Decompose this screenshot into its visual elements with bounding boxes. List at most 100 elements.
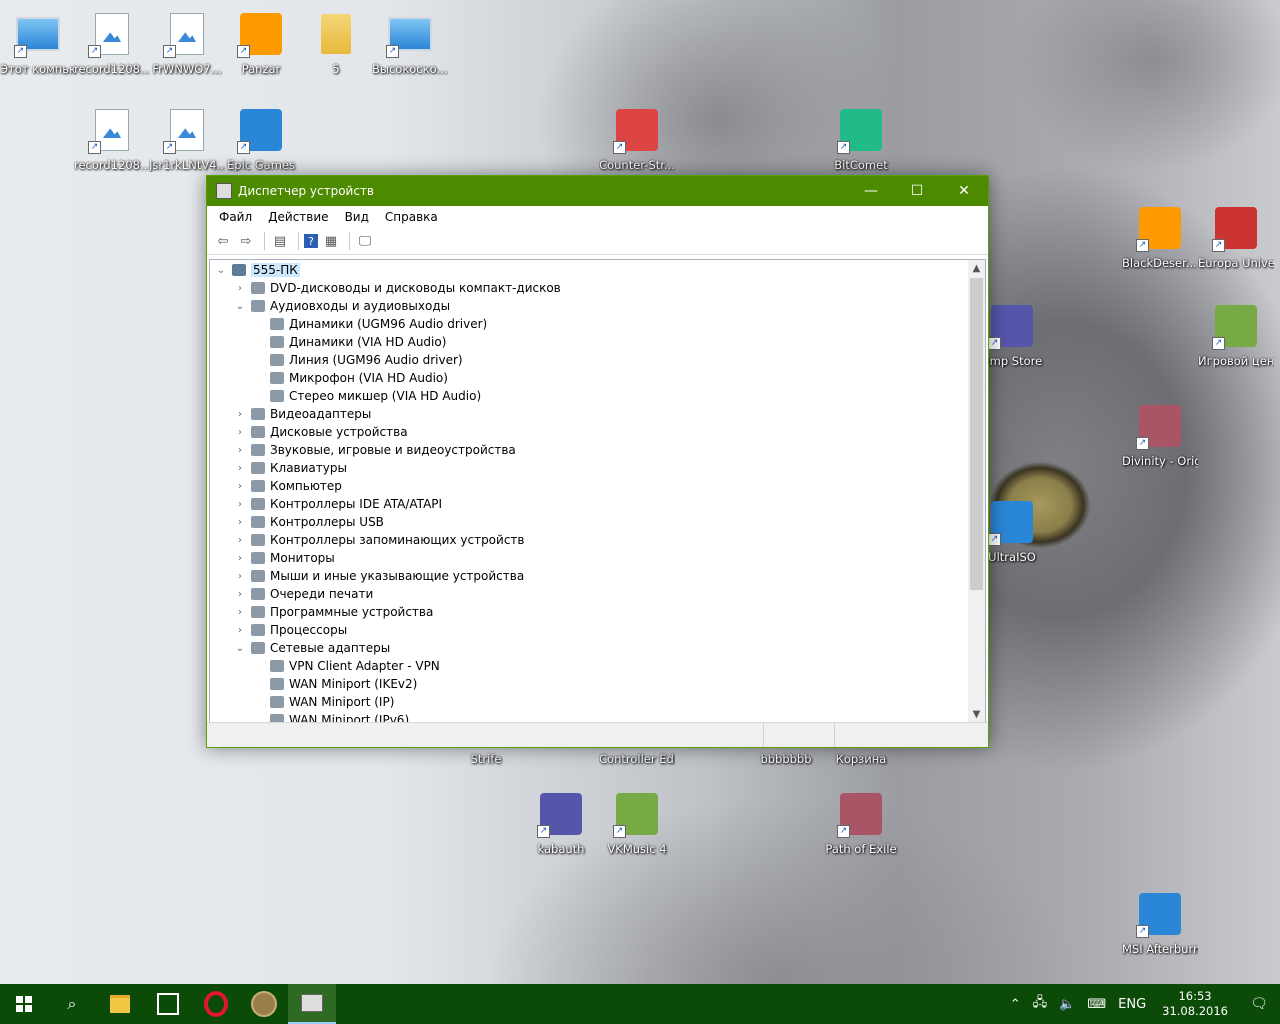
desktop-icon[interactable]: ↗ Divinity - Original Sin [1122, 402, 1198, 468]
app-icon: ↗ [1212, 302, 1260, 350]
tree-device[interactable]: VPN Client Adapter - VPN [210, 657, 985, 675]
expand-chevron-icon[interactable]: › [233, 409, 247, 420]
network-icon[interactable]: 🖧 [1027, 993, 1054, 1015]
scrollbar-thumb[interactable] [970, 278, 983, 590]
expand-chevron-icon[interactable]: › [233, 607, 247, 618]
close-button[interactable]: ✕ [940, 176, 988, 206]
tree-category[interactable]: › Мыши и иные указывающие устройства [210, 567, 985, 585]
desktop-icon[interactable]: ↗ BlackDeser... (GP) [1122, 204, 1198, 270]
title-bar[interactable]: Диспетчер устройств — ☐ ✕ [207, 176, 988, 206]
shortcut-arrow-icon: ↗ [163, 141, 176, 154]
desktop-icon[interactable]: ↗ kabauth [523, 790, 599, 856]
desktop-icon[interactable]: ↗ Counter-Str... [599, 106, 675, 172]
opera-icon[interactable] [192, 984, 240, 1024]
expand-chevron-icon[interactable]: › [233, 553, 247, 564]
clock[interactable]: 16:53 31.08.2016 [1152, 989, 1238, 1019]
expand-chevron-icon[interactable]: › [233, 571, 247, 582]
device-tree[interactable]: ⌄ 555-ПК › DVD-дисководы и дисководы компак… [209, 259, 986, 724]
desktop-icon[interactable]: ↗ Epic Games [223, 106, 299, 172]
desktop-icon[interactable]: ↗ VKMusic 4 [599, 790, 675, 856]
menu-help[interactable]: Справка [377, 210, 446, 224]
tree-category[interactable]: › Контроллеры запоминающих устройств [210, 531, 985, 549]
expand-chevron-icon[interactable]: › [233, 535, 247, 546]
expand-chevron-icon[interactable]: › [233, 481, 247, 492]
desktop-icon[interactable]: ↗ Panzar [223, 10, 299, 76]
scroll-down-icon[interactable]: ▼ [968, 706, 985, 723]
device-icon [251, 642, 265, 654]
desktop-icon[interactable]: ↗ Игровой центр ... [1198, 302, 1274, 368]
volume-icon[interactable]: 🔈 [1053, 997, 1081, 1012]
desktop-icon[interactable]: ↗ Europa Universalis 4 [1198, 204, 1274, 270]
desktop-icon[interactable]: ↗ MSI Afterburner [1122, 890, 1198, 956]
tree-device[interactable]: Стерео микшер (VIA HD Audio) [210, 387, 985, 405]
desktop-icon[interactable]: ↗ Этот компьютер [0, 10, 76, 76]
keyboard-icon[interactable]: ⌨ [1081, 997, 1112, 1012]
collapse-chevron-icon[interactable]: ⌄ [214, 265, 228, 276]
collapse-chevron-icon[interactable]: ⌄ [233, 301, 247, 312]
menu-action[interactable]: Действие [260, 210, 336, 224]
device-manager-window[interactable]: Диспетчер устройств — ☐ ✕ Файл Действие … [206, 175, 989, 748]
tree-category[interactable]: › Процессоры [210, 621, 985, 639]
search-icon[interactable]: ⌕ [48, 984, 96, 1024]
expand-chevron-icon[interactable]: › [233, 427, 247, 438]
back-arrow-icon[interactable]: ⇦ [213, 231, 233, 251]
tree-device[interactable]: Динамики (UGM96 Audio driver) [210, 315, 985, 333]
language-indicator[interactable]: ENG [1112, 997, 1152, 1012]
forward-arrow-icon[interactable]: ⇨ [236, 231, 256, 251]
tree-category[interactable]: › Компьютер [210, 477, 985, 495]
expand-chevron-icon[interactable]: › [233, 625, 247, 636]
tree-category[interactable]: › Программные устройства [210, 603, 985, 621]
europa-universalis-icon[interactable] [240, 984, 288, 1024]
tree-category[interactable]: › Контроллеры IDE ATA/ATAPI [210, 495, 985, 513]
chevron-up-icon[interactable]: ⌃ [1004, 997, 1027, 1012]
tree-category[interactable]: › Видеоадаптеры [210, 405, 985, 423]
tree-category[interactable]: › Контроллеры USB [210, 513, 985, 531]
menu-view[interactable]: Вид [337, 210, 377, 224]
file-explorer-icon[interactable] [96, 984, 144, 1024]
device-icon [270, 390, 284, 402]
menu-file[interactable]: Файл [211, 210, 260, 224]
device-manager-taskbar-icon[interactable] [288, 984, 336, 1024]
tree-device[interactable]: Динамики (VIA HD Audio) [210, 333, 985, 351]
scroll-up-icon[interactable]: ▲ [968, 260, 985, 277]
desktop-icon[interactable]: ↗ Высокоско... подключе... [372, 10, 448, 76]
expand-chevron-icon[interactable]: › [233, 499, 247, 510]
desktop-icon[interactable]: ↗ BitComet [823, 106, 899, 172]
tree-category[interactable]: › Звуковые, игровые и видеоустройства [210, 441, 985, 459]
tree-category[interactable]: › DVD-дисководы и дисководы компакт-диско… [210, 279, 985, 297]
desktop-icon[interactable]: ↗ Jsr1rkLNtV4... [149, 106, 225, 172]
tree-category[interactable]: › Клавиатуры [210, 459, 985, 477]
tree-category[interactable]: › Очереди печати [210, 585, 985, 603]
desktop-icon[interactable]: ↗ FrWNWO7... [149, 10, 225, 76]
expand-chevron-icon[interactable]: › [233, 283, 247, 294]
start-button[interactable] [0, 984, 48, 1024]
vertical-scrollbar[interactable]: ▲ ▼ [968, 260, 985, 723]
expand-chevron-icon[interactable]: › [233, 589, 247, 600]
tree-device[interactable]: WAN Miniport (IP) [210, 693, 985, 711]
tree-category[interactable]: ⌄ Сетевые адаптеры [210, 639, 985, 657]
minimize-button[interactable]: — [848, 176, 894, 206]
collapse-chevron-icon[interactable]: ⌄ [233, 643, 247, 654]
properties-icon[interactable]: ▦ [321, 231, 341, 251]
tree-device[interactable]: Микрофон (VIA HD Audio) [210, 369, 985, 387]
tree-device[interactable]: Линия (UGM96 Audio driver) [210, 351, 985, 369]
tree-category[interactable]: ⌄ Аудиовходы и аудиовыходы [210, 297, 985, 315]
desktop-icon[interactable]: 5 [298, 10, 374, 76]
expand-chevron-icon[interactable]: › [233, 445, 247, 456]
desktop-icon-label: FrWNWO7... [152, 62, 222, 76]
maximize-button[interactable]: ☐ [894, 176, 940, 206]
notification-center-icon[interactable]: 🗨 [1238, 984, 1280, 1024]
help-icon[interactable]: ? [304, 234, 318, 248]
expand-chevron-icon[interactable]: › [233, 463, 247, 474]
expand-chevron-icon[interactable]: › [233, 517, 247, 528]
scan-hardware-icon[interactable]: 🖵 [355, 231, 375, 251]
tree-device[interactable]: WAN Miniport (IKEv2) [210, 675, 985, 693]
desktop-icon[interactable]: ↗ record1208... [74, 10, 150, 76]
desktop-icon[interactable]: ↗ Path of Exile [823, 790, 899, 856]
tree-category[interactable]: › Мониторы [210, 549, 985, 567]
tree-category[interactable]: › Дисковые устройства [210, 423, 985, 441]
show-hide-console-tree-icon[interactable]: ▤ [270, 231, 290, 251]
tree-root[interactable]: ⌄ 555-ПК [210, 261, 985, 279]
desktop-icon[interactable]: ↗ record1208... [74, 106, 150, 172]
store-icon[interactable] [144, 984, 192, 1024]
